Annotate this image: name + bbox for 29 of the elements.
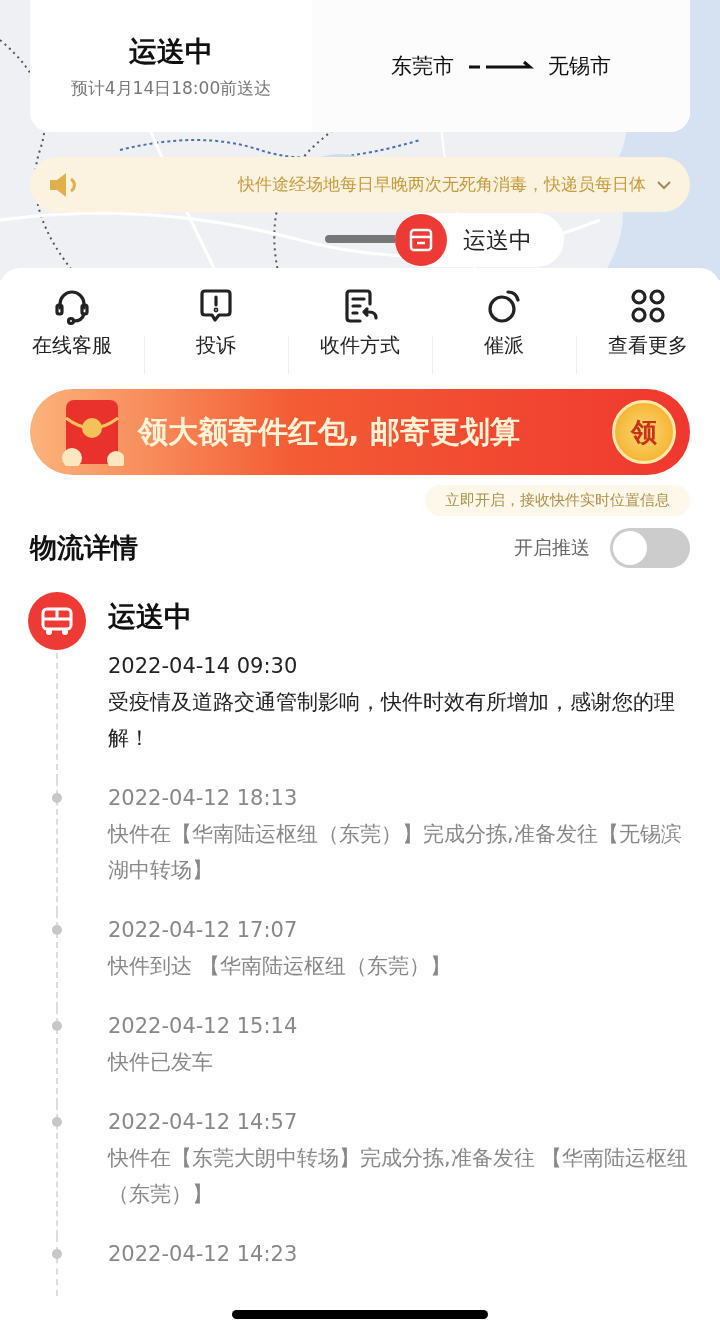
chevron-down-icon [656, 179, 672, 190]
claim-coin[interactable]: 领 [612, 400, 676, 464]
push-label: 开启推送 [514, 535, 590, 560]
section-title: 物流详情 [30, 531, 139, 565]
timeline-text: 受疫情及道路交通管制影响，快件时效有所增加，感谢您的理解！ [108, 689, 676, 752]
promo-banner[interactable]: 领大额寄件红包, 邮寄更划算 领 [30, 389, 690, 475]
timeline-text: 快件在【华南陆运枢纽（东莞）】完成分拣,准备发往【无锡滨湖中转场】 [108, 821, 683, 884]
push-tooltip: 立即开启，接收快件实时位置信息 [425, 485, 690, 516]
timeline-status: 运送中 [108, 599, 193, 635]
timeline-time: 2022-04-12 15:14 [108, 1013, 299, 1040]
timeline-time: 2022-04-14 09:30 [108, 653, 299, 680]
timeline-time: 2022-04-12 17:07 [108, 917, 299, 944]
timeline-time: 2022-04-12 14:23 [108, 1241, 299, 1268]
delivery-estimate: 预计4月14日18:00前送达 [70, 76, 272, 100]
origin-city: 东莞市 [391, 53, 454, 80]
push-toggle[interactable] [610, 528, 690, 568]
promo-text: 领大额寄件红包, 邮寄更划算 [138, 412, 521, 451]
timeline-text: 快件在【东莞大朗中转场】完成分拣,准备发往 【华南陆运枢纽（东莞）】 [108, 1145, 690, 1208]
timeline-text: 快件到达 【华南陆运枢纽（东莞）】 [108, 953, 452, 980]
timeline-time: 2022-04-12 14:57 [108, 1109, 299, 1136]
action-button[interactable]: 在线客服 [0, 286, 144, 359]
map-marker[interactable]: 运送中 [395, 213, 564, 267]
gift-envelope-icon [60, 398, 124, 466]
timeline-text: 快件已发车 [108, 1049, 214, 1076]
box-icon [395, 214, 447, 266]
notice-text: 快件途经场地每日早晚两次无死角消毒，快递员每日体 [236, 173, 646, 196]
timeline-time: 2022-04-12 18:13 [108, 785, 299, 812]
destination-city: 无锡市 [548, 53, 611, 80]
shipment-status: 运送中 [129, 33, 213, 70]
